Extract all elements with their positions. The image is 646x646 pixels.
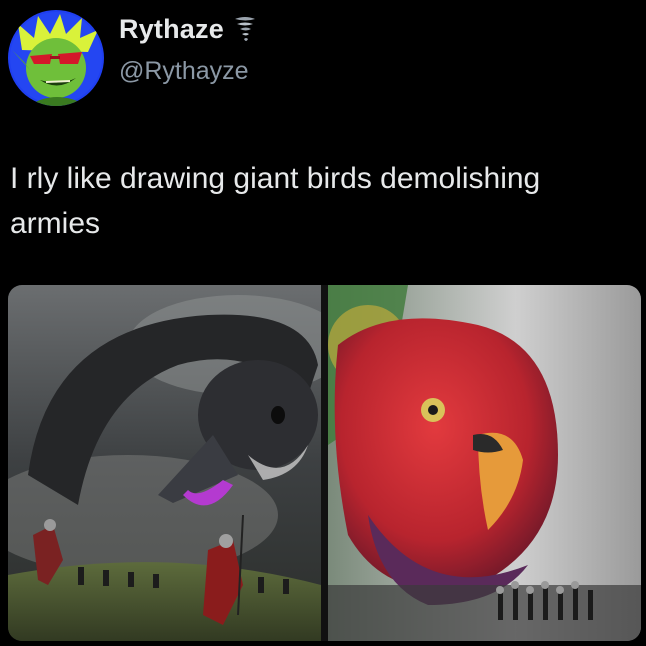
tweet[interactable]: Rythaze @Rythayze I rly like drawing gia… — [0, 0, 646, 646]
giant-goose-painting-icon — [8, 285, 321, 641]
avatar[interactable] — [8, 10, 104, 106]
green-goblin-avatar-icon — [8, 10, 104, 106]
tornado-icon — [234, 16, 255, 41]
giant-parrot-painting-icon — [328, 285, 641, 641]
author-display-name[interactable]: Rythaze — [119, 14, 224, 45]
author-name-row: Rythaze — [119, 14, 256, 45]
media-grid — [8, 285, 641, 641]
media-image-1[interactable] — [8, 285, 321, 641]
tweet-text: I rly like drawing giant birds demolishi… — [10, 162, 541, 240]
media-image-2[interactable] — [328, 285, 641, 641]
author-handle[interactable]: @Rythayze — [119, 57, 249, 86]
